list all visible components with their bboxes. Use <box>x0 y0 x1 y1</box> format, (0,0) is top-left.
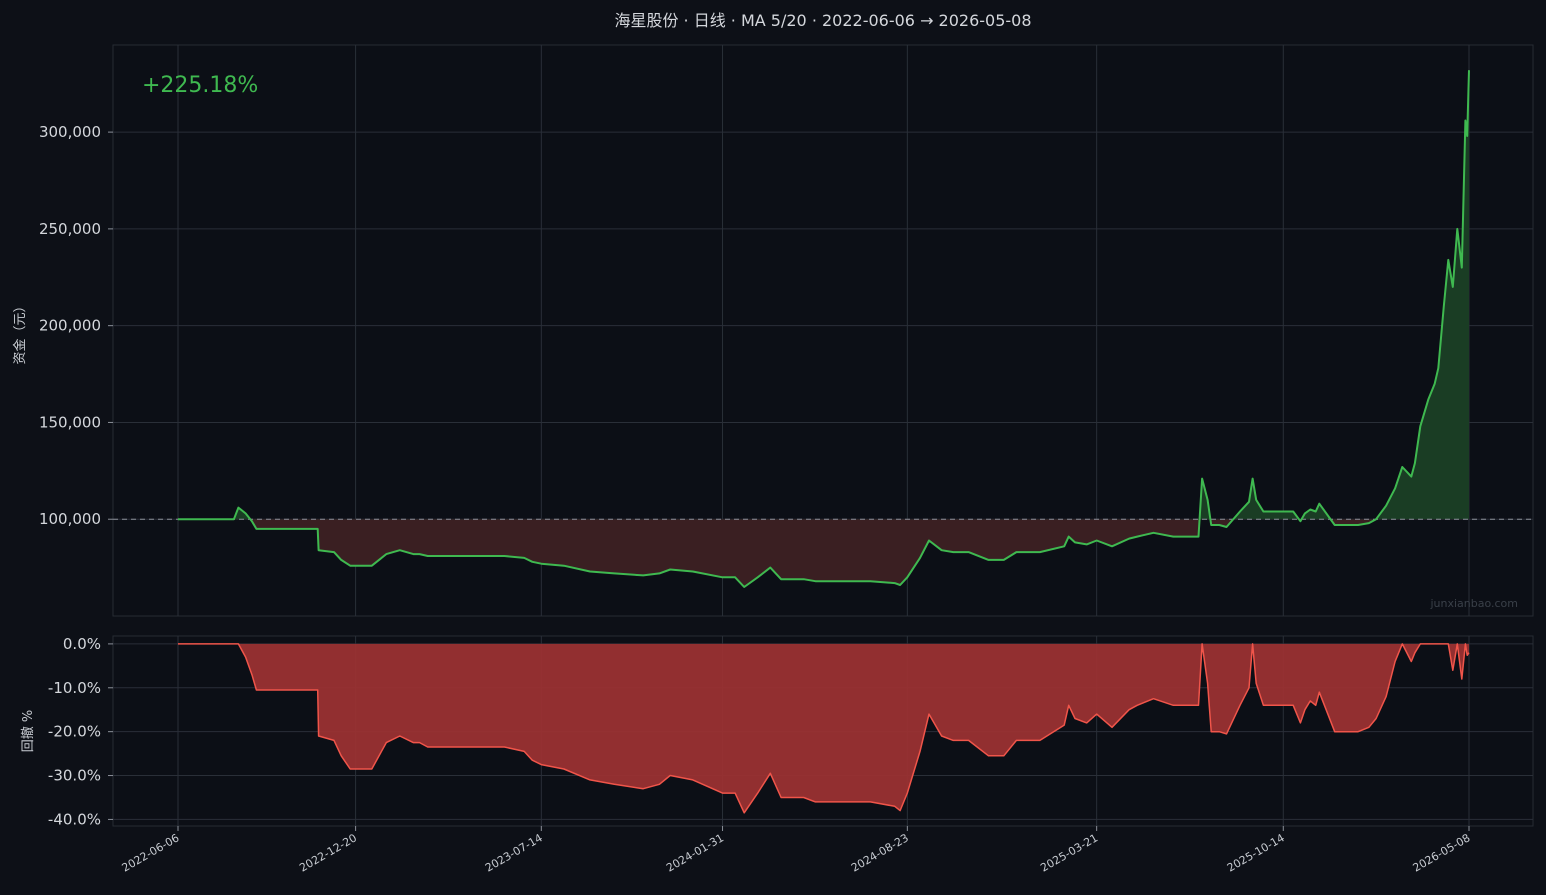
drawdown-y-axis-label: 回撤 % <box>20 710 36 753</box>
equity-y-tick-label: 250,000 <box>39 220 101 238</box>
chart-title: 海星股份 · 日线 · MA 5/20 · 2022-06-06 → 2026-… <box>614 11 1031 30</box>
drawdown-y-tick-label: -30.0% <box>48 767 101 785</box>
equity-panel: 100,000 150,000 200,000 250,000 300,000 资金（元… <box>12 44 1534 617</box>
equity-y-tick-label: 100,000 <box>39 510 101 528</box>
total-return-label: +225.18% <box>142 73 258 98</box>
drawdown-y-tick-label: -40.0% <box>48 810 101 828</box>
equity-y-tick-label: 200,000 <box>39 317 101 335</box>
equity-y-tick-label: 300,000 <box>39 123 101 141</box>
drawdown-y-tick-label: -20.0% <box>48 723 101 741</box>
drawdown-y-tick-label: 0.0% <box>63 635 101 653</box>
watermark: junxianbao.com <box>1429 597 1518 610</box>
equity-y-tick-label: 150,000 <box>39 413 101 431</box>
drawdown-y-tick-label: -10.0% <box>48 679 101 697</box>
equity-drawdown-chart: 海星股份 · 日线 · MA 5/20 · 2022-06-06 → 2026-… <box>0 0 1546 895</box>
drawdown-panel: 0.0% -10.0% -20.0% -30.0% -40.0% 回撤 % <box>20 635 1534 828</box>
equity-y-axis-label: 资金（元） <box>12 299 28 364</box>
